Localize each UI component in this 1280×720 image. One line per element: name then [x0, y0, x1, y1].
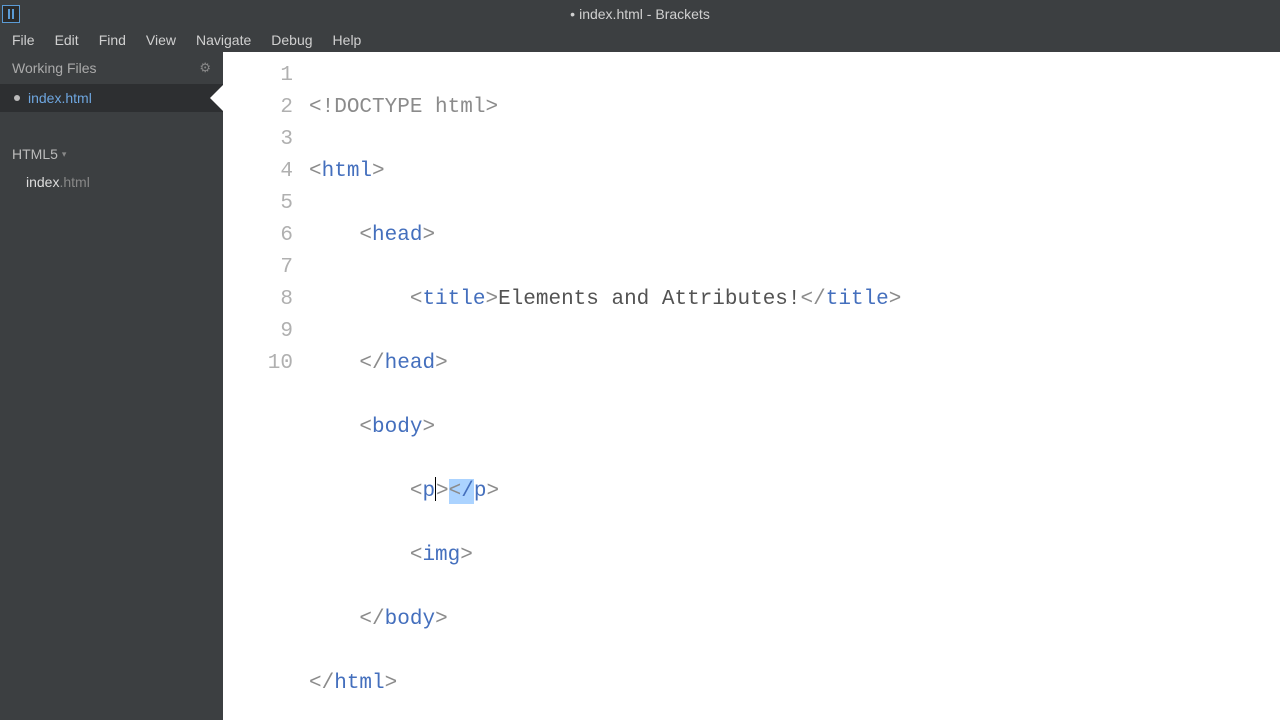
menu-debug[interactable]: Debug	[261, 29, 322, 51]
menu-view[interactable]: View	[136, 29, 186, 51]
menu-find[interactable]: Find	[89, 29, 136, 51]
code-content[interactable]: <!DOCTYPE html> <html> <head> <title>Ele…	[309, 52, 1280, 720]
line-number-gutter: 1 2 3 4 5 6 7 8 9 10	[223, 52, 309, 720]
main-area: Working Files ⚙ index.html HTML5 ▾ index…	[0, 52, 1280, 720]
app-icon	[2, 5, 20, 23]
working-files-header[interactable]: Working Files ⚙	[0, 52, 223, 84]
menu-bar: File Edit Find View Navigate Debug Help	[0, 28, 1280, 52]
menu-navigate[interactable]: Navigate	[186, 29, 261, 51]
project-folder-name: HTML5	[12, 146, 58, 162]
working-file-item[interactable]: index.html	[0, 84, 223, 112]
menu-help[interactable]: Help	[323, 29, 372, 51]
menu-file[interactable]: File	[2, 29, 45, 51]
chevron-down-icon: ▾	[62, 149, 67, 160]
working-files-label: Working Files	[12, 60, 97, 76]
window-title: •index.html - Brackets	[570, 6, 710, 22]
dirty-indicator-icon	[14, 95, 20, 101]
sidebar: Working Files ⚙ index.html HTML5 ▾ index…	[0, 52, 223, 720]
gear-icon[interactable]: ⚙	[199, 60, 211, 76]
tree-file-item[interactable]: index.html	[0, 168, 223, 196]
project-folder-header[interactable]: HTML5 ▾	[0, 140, 223, 168]
working-file-name: index.html	[28, 90, 92, 106]
menu-edit[interactable]: Edit	[45, 29, 89, 51]
code-editor[interactable]: 1 2 3 4 5 6 7 8 9 10 <!DOCTYPE html> <ht…	[223, 52, 1280, 720]
window-titlebar: •index.html - Brackets	[0, 0, 1280, 28]
